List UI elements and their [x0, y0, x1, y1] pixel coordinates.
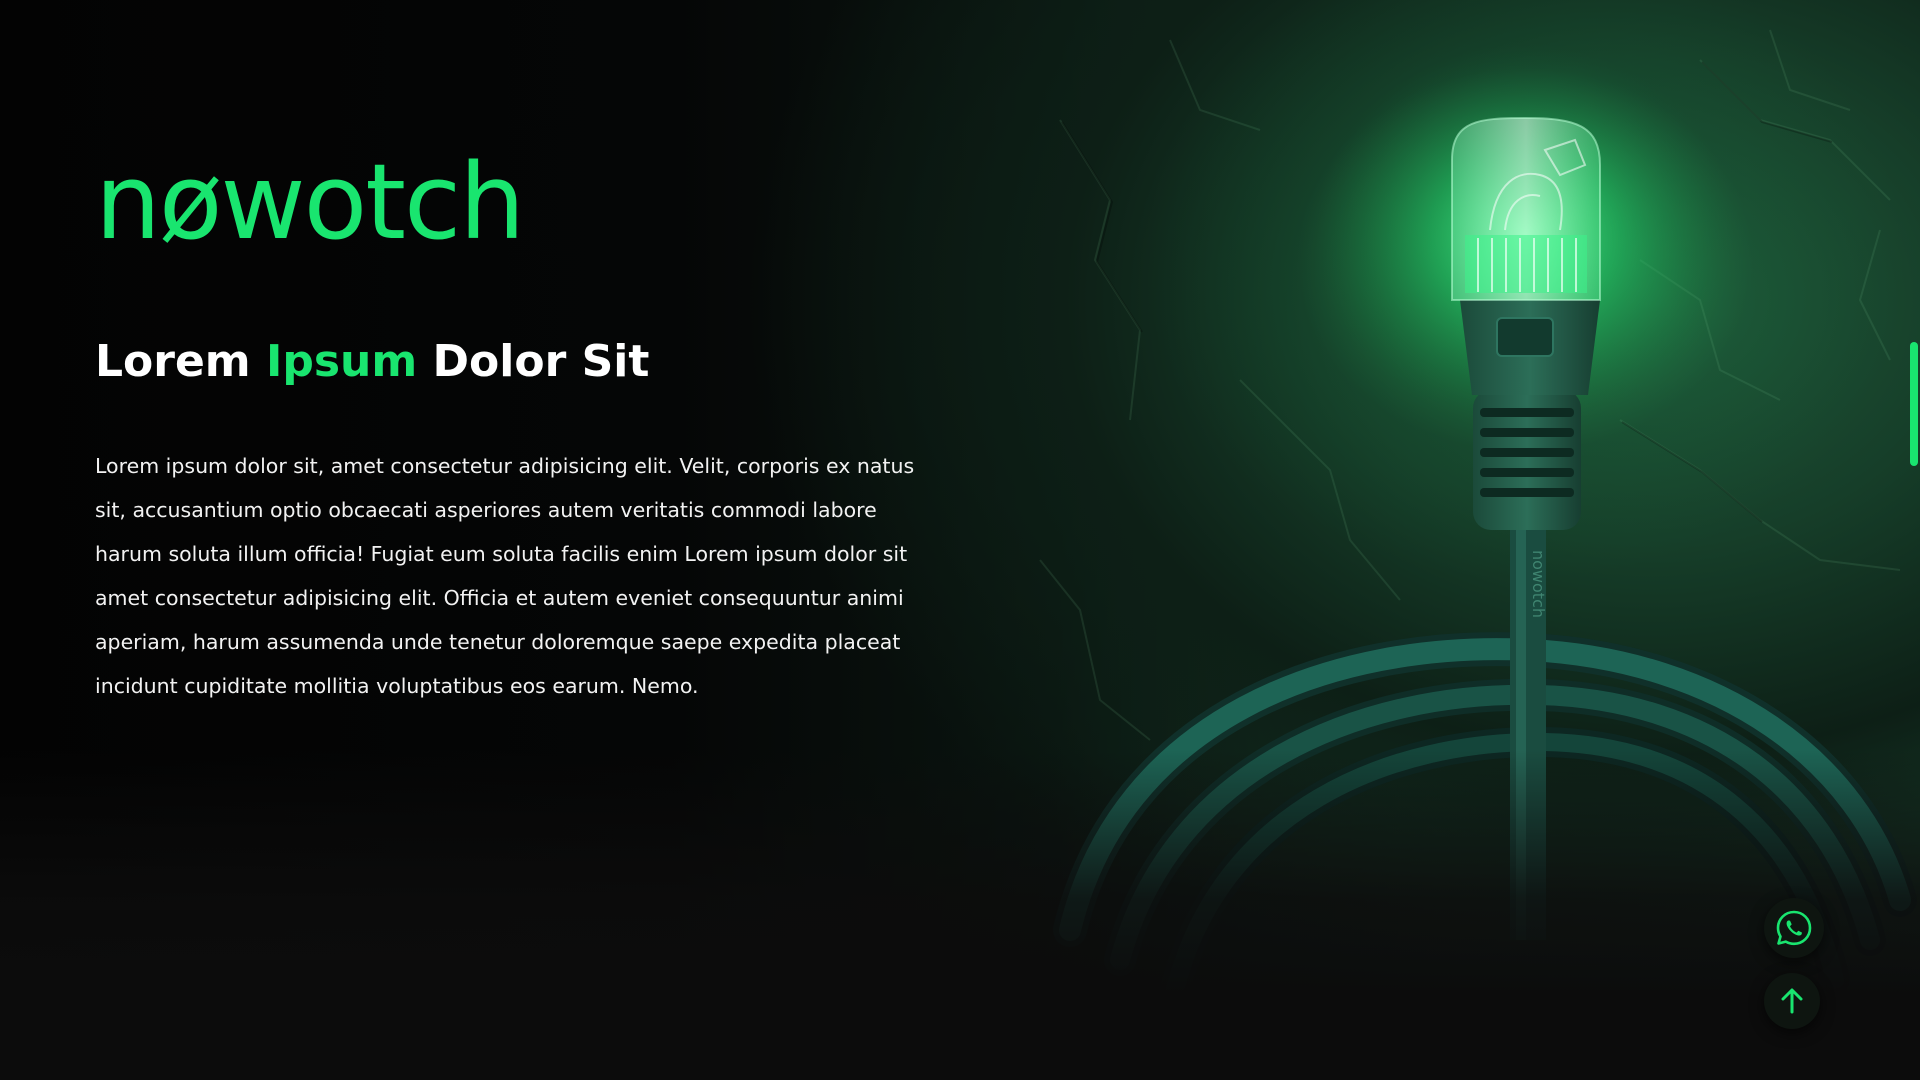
scroll-to-top-button[interactable]: [1764, 973, 1820, 1029]
headline-part-1: Lorem: [95, 336, 266, 387]
page-scrollbar[interactable]: [1908, 0, 1920, 1080]
whatsapp-button[interactable]: [1764, 898, 1824, 958]
brand-logo[interactable]: nøwotch: [95, 150, 975, 260]
scrollbar-thumb[interactable]: [1910, 342, 1918, 466]
landing-page: nowotch nøwotch Lorem Ipsum Dolor Sit Lo…: [0, 0, 1920, 1080]
headline-part-2: Dolor Sit: [417, 336, 650, 387]
hero-headline: Lorem Ipsum Dolor Sit: [95, 336, 975, 387]
cable-imprint: nowotch: [1529, 550, 1548, 618]
hero-bottom-fade: [0, 750, 1920, 1080]
hero-description: Lorem ipsum dolor sit, amet consectetur …: [95, 454, 915, 699]
arrow-up-icon: [1781, 988, 1803, 1014]
hero-content: nøwotch Lorem Ipsum Dolor Sit Lorem ipsu…: [95, 150, 975, 708]
headline-accent: Ipsum: [265, 336, 418, 387]
whatsapp-icon: [1776, 910, 1812, 946]
